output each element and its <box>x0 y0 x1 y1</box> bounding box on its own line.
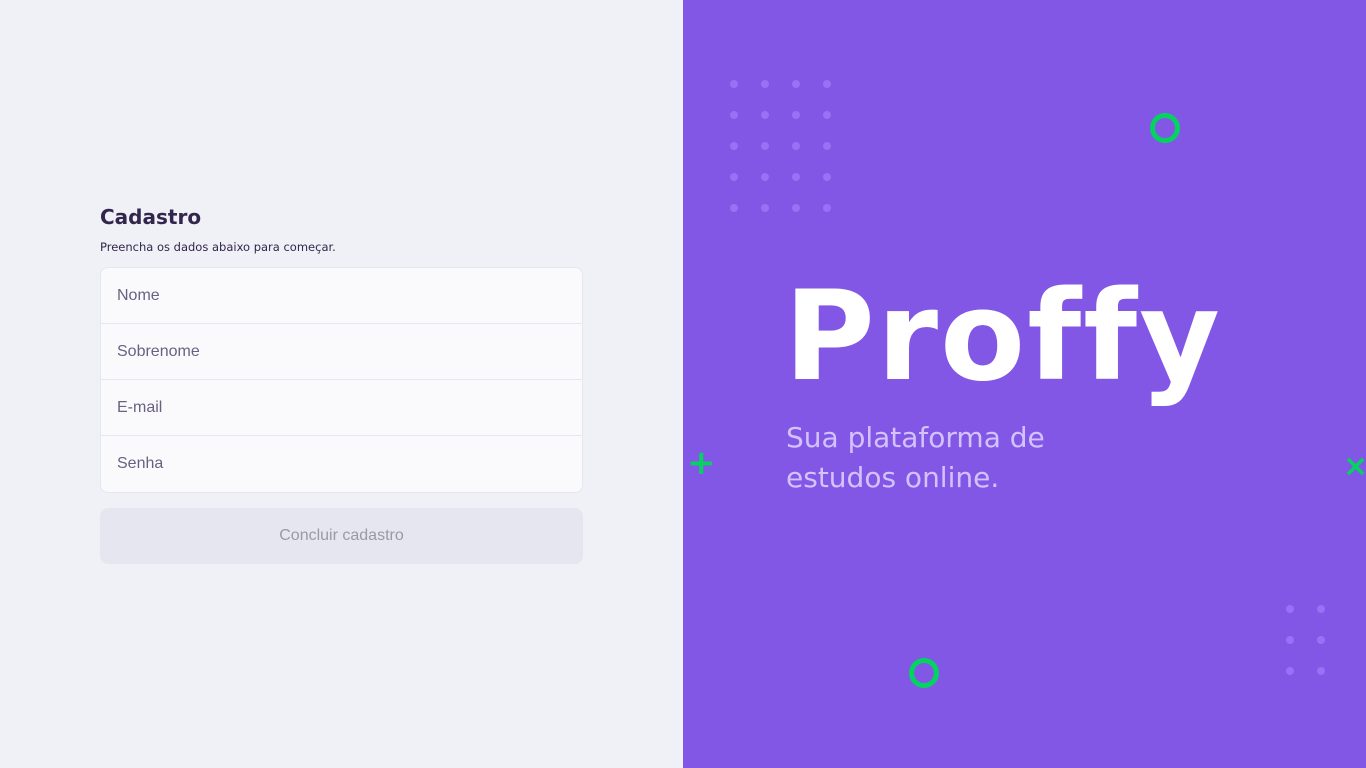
email-field-wrapper <box>101 380 582 436</box>
form-subtitle: Preencha os dados abaixo para começar. <box>100 240 336 254</box>
signup-panel: Cadastro Preencha os dados abaixo para c… <box>0 0 683 768</box>
plus-decoration-icon: + <box>687 443 716 483</box>
dots-pattern-icon <box>1286 605 1325 675</box>
submit-button[interactable]: Concluir cadastro <box>100 508 583 564</box>
fields-group <box>100 267 583 493</box>
password-input[interactable] <box>101 436 582 492</box>
ring-decoration-icon <box>909 658 939 688</box>
ring-decoration-icon <box>1150 113 1180 143</box>
proffy-logo: Proffy <box>784 265 1222 409</box>
email-input[interactable] <box>101 380 582 435</box>
surname-input[interactable] <box>101 324 582 379</box>
name-input[interactable] <box>101 268 582 323</box>
surname-field-wrapper <box>101 324 582 380</box>
brand-panel: + × Proffy Sua plataforma de estudos onl… <box>683 0 1366 768</box>
name-field-wrapper <box>101 268 582 324</box>
tagline: Sua plataforma de estudos online. <box>786 421 1045 494</box>
dots-pattern-icon <box>730 80 831 212</box>
password-field-wrapper <box>101 436 582 492</box>
form-title: Cadastro <box>100 205 202 229</box>
cross-decoration-icon: × <box>1343 449 1366 484</box>
signup-form: Cadastro Preencha os dados abaixo para c… <box>100 204 583 564</box>
